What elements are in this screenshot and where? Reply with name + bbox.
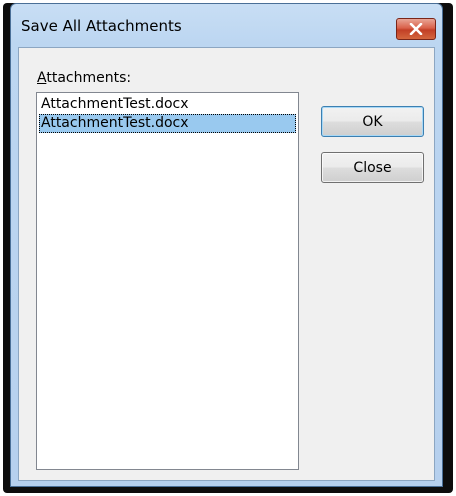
dialog-title: Save All Attachments [21, 17, 182, 35]
attachments-listbox[interactable]: AttachmentTest.docx AttachmentTest.docx [36, 92, 299, 470]
dialog-window: Save All Attachments Attachments: Attach… [10, 3, 443, 487]
title-close-button[interactable] [396, 18, 436, 40]
attachments-label-accelerator: A [37, 70, 47, 86]
dialog-client: Attachments: AttachmentTest.docx Attachm… [18, 47, 435, 481]
close-icon [409, 23, 423, 35]
list-item[interactable]: AttachmentTest.docx [39, 95, 296, 114]
ok-button[interactable]: OK [321, 106, 424, 137]
attachments-label-text: ttachments: [46, 70, 132, 86]
close-button[interactable]: Close [321, 152, 424, 183]
attachments-label: Attachments: [37, 70, 131, 86]
list-item-selected[interactable]: AttachmentTest.docx [39, 114, 296, 133]
dialog-frame: Save All Attachments Attachments: Attach… [3, 3, 453, 493]
title-bar[interactable]: Save All Attachments [11, 4, 442, 46]
